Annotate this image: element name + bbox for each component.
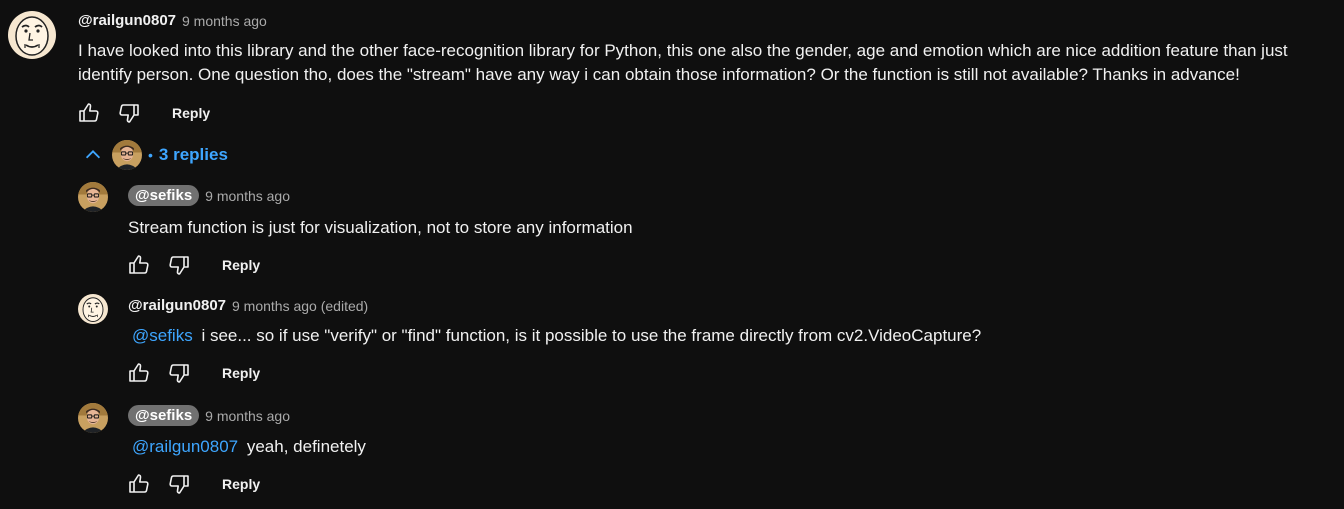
avatar[interactable]	[78, 403, 108, 433]
separator-dot: •	[148, 147, 153, 163]
mention-link[interactable]: @railgun0807	[132, 437, 238, 456]
dislike-icon[interactable]	[166, 471, 192, 497]
author-name[interactable]: @railgun0807	[128, 297, 226, 314]
reply-button[interactable]: Reply	[222, 476, 260, 492]
reply-body: yeah, definetely	[246, 437, 366, 456]
reply-actions: Reply	[126, 471, 260, 497]
reply-text: @sefiks i see... so if use "verify" or "…	[132, 324, 1312, 348]
reply-header: @sefiks 9 months ago	[128, 185, 290, 206]
creator-avatar	[112, 140, 142, 170]
avatar[interactable]	[78, 294, 108, 324]
reply-button[interactable]: Reply	[172, 105, 210, 121]
like-icon[interactable]	[76, 100, 102, 126]
reply-text: @railgun0807 yeah, definetely	[132, 435, 1312, 459]
timestamp[interactable]: 9 months ago	[205, 408, 290, 424]
comment-header: @railgun0807 9 months ago	[78, 12, 267, 29]
author-name[interactable]: @sefiks	[128, 185, 200, 206]
mention-link[interactable]: @sefiks	[132, 326, 193, 345]
timestamp[interactable]: 9 months ago	[205, 188, 290, 204]
dislike-icon[interactable]	[166, 252, 192, 278]
timestamp[interactable]: 9 months ago (edited)	[232, 298, 368, 314]
reply-body: Stream function is just for visualizatio…	[128, 218, 633, 237]
like-icon[interactable]	[126, 252, 152, 278]
avatar[interactable]	[78, 182, 108, 212]
author-name[interactable]: @sefiks	[128, 405, 200, 426]
reply-text: Stream function is just for visualizatio…	[128, 216, 1308, 240]
avatar[interactable]	[8, 11, 56, 59]
comment-text: I have looked into this library and the …	[78, 41, 1288, 84]
dislike-icon[interactable]	[166, 360, 192, 386]
replies-count: 3 replies	[158, 145, 228, 164]
like-icon[interactable]	[126, 360, 152, 386]
reply-actions: Reply	[126, 252, 260, 278]
reply-body: i see... so if use "verify" or "find" fu…	[201, 326, 982, 345]
reply-header: @sefiks 9 months ago	[128, 405, 290, 426]
dislike-icon[interactable]	[116, 100, 142, 126]
reply-button[interactable]: Reply	[222, 257, 260, 273]
comment-actions: Reply	[76, 100, 210, 126]
reply-actions: Reply	[126, 360, 260, 386]
author-name[interactable]: @railgun0807	[78, 12, 176, 29]
timestamp[interactable]: 9 months ago	[182, 13, 267, 29]
reply-button[interactable]: Reply	[222, 365, 260, 381]
replies-toggle[interactable]: • 3 replies	[80, 140, 228, 170]
reply-header: @railgun0807 9 months ago (edited)	[128, 297, 368, 314]
chevron-up-icon	[80, 142, 106, 168]
like-icon[interactable]	[126, 471, 152, 497]
